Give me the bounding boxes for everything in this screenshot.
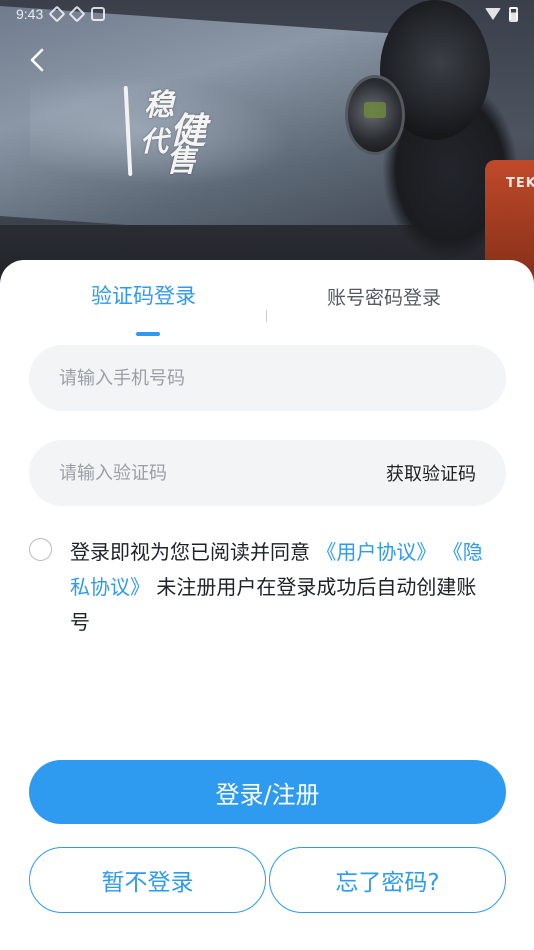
back-button[interactable] (22, 44, 52, 76)
verification-code-input[interactable] (59, 462, 386, 484)
agree-checkbox[interactable] (29, 538, 52, 561)
agreement-text: 登录即视为您已阅读并同意 《用户协议》 《隐私协议》 未注册用户在登录成功后自动… (70, 535, 495, 640)
login-card: 验证码登录 账号密码登录 获取验证码 登录即视为您已阅读并同意 《用户协议》 《… (0, 260, 534, 950)
login-screen: TEKP 稳 健 代 售 9:43 (0, 0, 534, 950)
calligraphy-logo: 稳 健 代 售 (118, 80, 238, 180)
status-bar: 9:43 (0, 0, 534, 28)
app-notification-icon (68, 5, 86, 23)
logo-char: 售 (166, 144, 196, 179)
tab-sms-login[interactable]: 验证码登录 (91, 280, 196, 310)
image-notification-icon (91, 7, 106, 21)
phone-field (29, 345, 506, 411)
headphone-graphic (345, 75, 405, 155)
skip-login-button[interactable]: 暂不登录 (29, 847, 266, 913)
battery-icon (509, 6, 518, 22)
login-register-button[interactable]: 登录/注册 (29, 760, 506, 824)
status-time: 9:43 (16, 6, 44, 22)
agreement-prefix: 登录即视为您已阅读并同意 (70, 540, 310, 564)
app-notification-icon (48, 5, 66, 23)
logo-brush-stroke (123, 85, 133, 177)
active-tab-indicator (136, 332, 160, 336)
login-tabs: 验证码登录 账号密码登录 (0, 280, 534, 336)
phone-input[interactable] (59, 367, 476, 389)
forgot-password-button[interactable]: 忘了密码? (269, 847, 506, 913)
get-code-button[interactable]: 获取验证码 (386, 460, 476, 486)
logo-char: 代 (140, 125, 169, 158)
tab-divider (266, 310, 267, 322)
wifi-icon (485, 8, 501, 20)
chair-brand-text: TEKP (506, 176, 534, 191)
hero-banner-image: TEKP 稳 健 代 售 9:43 (0, 0, 534, 300)
agreement: 登录即视为您已阅读并同意 《用户协议》 《隐私协议》 未注册用户在登录成功后自动… (29, 535, 499, 640)
user-agreement-link[interactable]: 《用户协议》 (316, 540, 436, 564)
status-right (485, 6, 518, 22)
status-left: 9:43 (16, 5, 106, 23)
code-field: 获取验证码 (29, 440, 506, 506)
tab-password-login[interactable]: 账号密码登录 (327, 283, 441, 310)
chevron-left-icon (30, 48, 44, 72)
